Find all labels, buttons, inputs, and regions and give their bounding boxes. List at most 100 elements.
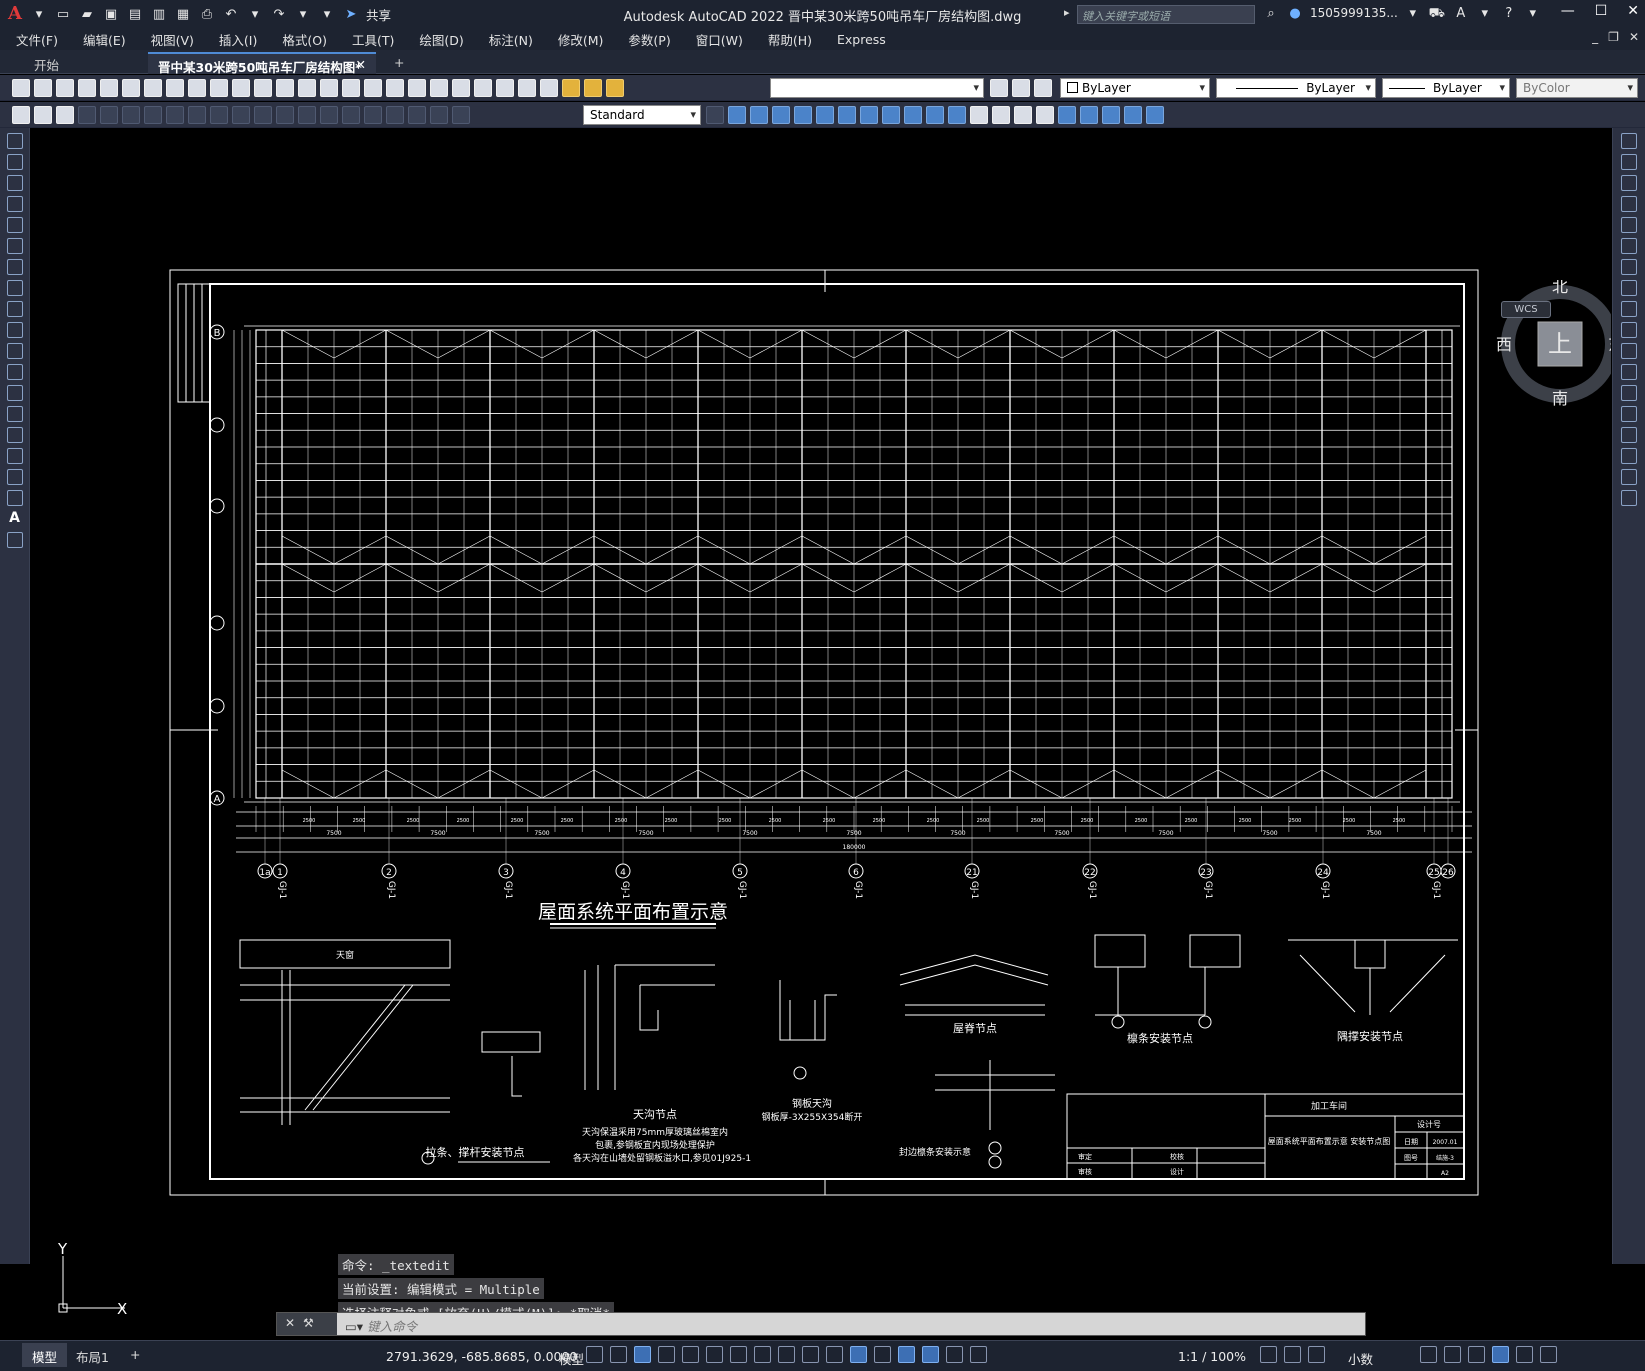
linear-dim-icon[interactable] [34,106,52,124]
view-se-icon[interactable] [882,106,900,124]
search-icon[interactable]: ⌕ [1262,4,1280,22]
menu-help[interactable]: 帮助(H) [768,30,812,49]
menu-draw[interactable]: 绘图(D) [419,30,463,49]
dim-edit-icon[interactable] [408,106,426,124]
maximize-icon[interactable]: ☐ [1595,3,1608,19]
layer-on-icon[interactable] [562,79,580,97]
polar-icon[interactable] [658,1346,675,1363]
chamfer-icon[interactable] [1621,427,1637,443]
visual-style-hidden-icon[interactable] [992,106,1010,124]
rotate-icon[interactable] [1621,259,1637,275]
units-display[interactable]: 小数 [1348,1349,1373,1368]
ellipse-icon[interactable] [6,322,23,338]
tool-palettes-icon[interactable] [430,79,448,97]
scale-icon[interactable] [1621,280,1637,296]
plotstyle-dropdown[interactable]: ByColor [1516,78,1638,98]
extend-icon[interactable] [1621,343,1637,359]
add-selected-icon[interactable] [6,532,23,548]
mtext-icon[interactable]: A [7,511,23,527]
annotation-scale[interactable]: 1:1 / 100% [1178,1349,1246,1364]
workspace-gear-icon[interactable] [1260,1346,1277,1363]
ucs-face-icon[interactable] [1124,106,1142,124]
view-bottom-icon[interactable] [750,106,768,124]
join-icon[interactable] [1621,406,1637,422]
save-icon[interactable] [56,79,74,97]
copy-object-icon[interactable] [1621,154,1637,170]
annotation-monitor-icon[interactable] [1284,1346,1301,1363]
tolerance-icon[interactable] [320,106,338,124]
save-as-icon[interactable]: ▤ [126,5,144,23]
ucs-object-icon[interactable] [1146,106,1164,124]
region-icon[interactable] [6,469,23,485]
explode-icon[interactable] [1621,490,1637,506]
angular-icon[interactable] [188,106,206,124]
new-file-icon[interactable]: ▭ [54,5,72,23]
break-at-point-icon[interactable] [1621,364,1637,380]
customize-chevron-icon[interactable]: ▾ [318,5,336,23]
autodesk-a360-icon[interactable]: A [1452,4,1470,22]
plot-icon[interactable] [78,79,96,97]
ucs-icon[interactable] [1058,106,1076,124]
continue-icon[interactable] [254,106,272,124]
view-sw-icon[interactable] [860,106,878,124]
trim-icon[interactable] [1621,322,1637,338]
make-block-icon[interactable] [6,385,23,401]
ucs-previous-icon[interactable] [1102,106,1120,124]
color-dropdown[interactable]: ByLayer [1060,78,1210,98]
cut-icon[interactable] [144,79,162,97]
cart-icon[interactable]: ⛟ [1428,4,1446,22]
annotation-visibility-icon[interactable] [922,1346,939,1363]
wcs-menu[interactable]: WCS [1501,301,1551,318]
layer-properties-icon[interactable] [540,79,558,97]
menu-express[interactable]: Express [837,32,886,47]
view-front-icon[interactable] [816,106,834,124]
quick-dim-icon[interactable] [210,106,228,124]
menu-edit[interactable]: 编辑(E) [83,30,126,49]
autocad-logo-icon[interactable]: A [6,5,24,23]
doc-minimize-icon[interactable]: _ [1592,30,1598,44]
space-icon[interactable] [276,106,294,124]
quick-properties-icon[interactable] [1420,1346,1437,1363]
publish-icon[interactable] [122,79,140,97]
design-center-icon[interactable] [408,79,426,97]
pan-icon[interactable] [298,79,316,97]
annotation-scale-icon[interactable] [970,1346,987,1363]
3d-osnap-icon[interactable] [826,1346,843,1363]
fillet-icon[interactable] [1621,448,1637,464]
snap-icon[interactable] [610,1346,627,1363]
dim-style-dropdown[interactable]: Standard [583,105,701,125]
break-icon[interactable] [298,106,316,124]
tab-model[interactable]: 模型 [22,1343,68,1367]
hatch-icon[interactable] [6,427,23,443]
doc-restore-icon[interactable]: ❐ [1608,30,1619,44]
redo-icon[interactable] [276,79,294,97]
view-back-icon[interactable] [838,106,856,124]
add-layout-button[interactable]: + [120,1343,150,1367]
gizmo-icon[interactable] [898,1346,915,1363]
chevron-down-icon[interactable]: ▾ [1524,4,1542,22]
table-icon[interactable] [6,490,23,506]
linetype-dropdown[interactable]: ByLayer [1216,78,1376,98]
radius-icon[interactable] [122,106,140,124]
tab-layout1[interactable]: 布局1 [66,1343,119,1367]
menu-window[interactable]: 窗口(W) [696,30,743,49]
polyline-icon[interactable] [6,175,23,191]
command-prompt-icon[interactable]: ▭▾ [345,1319,367,1334]
aligned-dim-icon[interactable] [56,106,74,124]
selection-filter-icon[interactable] [874,1346,891,1363]
break-icon[interactable] [1621,385,1637,401]
lineweight-dropdown[interactable]: ByLayer [1382,78,1510,98]
isodraft-icon[interactable] [682,1346,699,1363]
qnew-icon[interactable] [12,79,30,97]
lineweight-icon[interactable] [754,1346,771,1363]
isolate-objects-icon[interactable] [1468,1346,1485,1363]
properties-icon[interactable] [386,79,404,97]
view-right-icon[interactable] [794,106,812,124]
wrench-icon[interactable]: ⚒ [303,1316,314,1330]
chevron-down-icon[interactable]: ▾ [1404,4,1422,22]
layer-dropdown[interactable] [770,78,984,98]
share-icon[interactable]: ➤ [342,5,360,23]
transparency-icon[interactable] [778,1346,795,1363]
circle-icon[interactable] [6,259,23,275]
erase-icon[interactable] [1621,133,1637,149]
